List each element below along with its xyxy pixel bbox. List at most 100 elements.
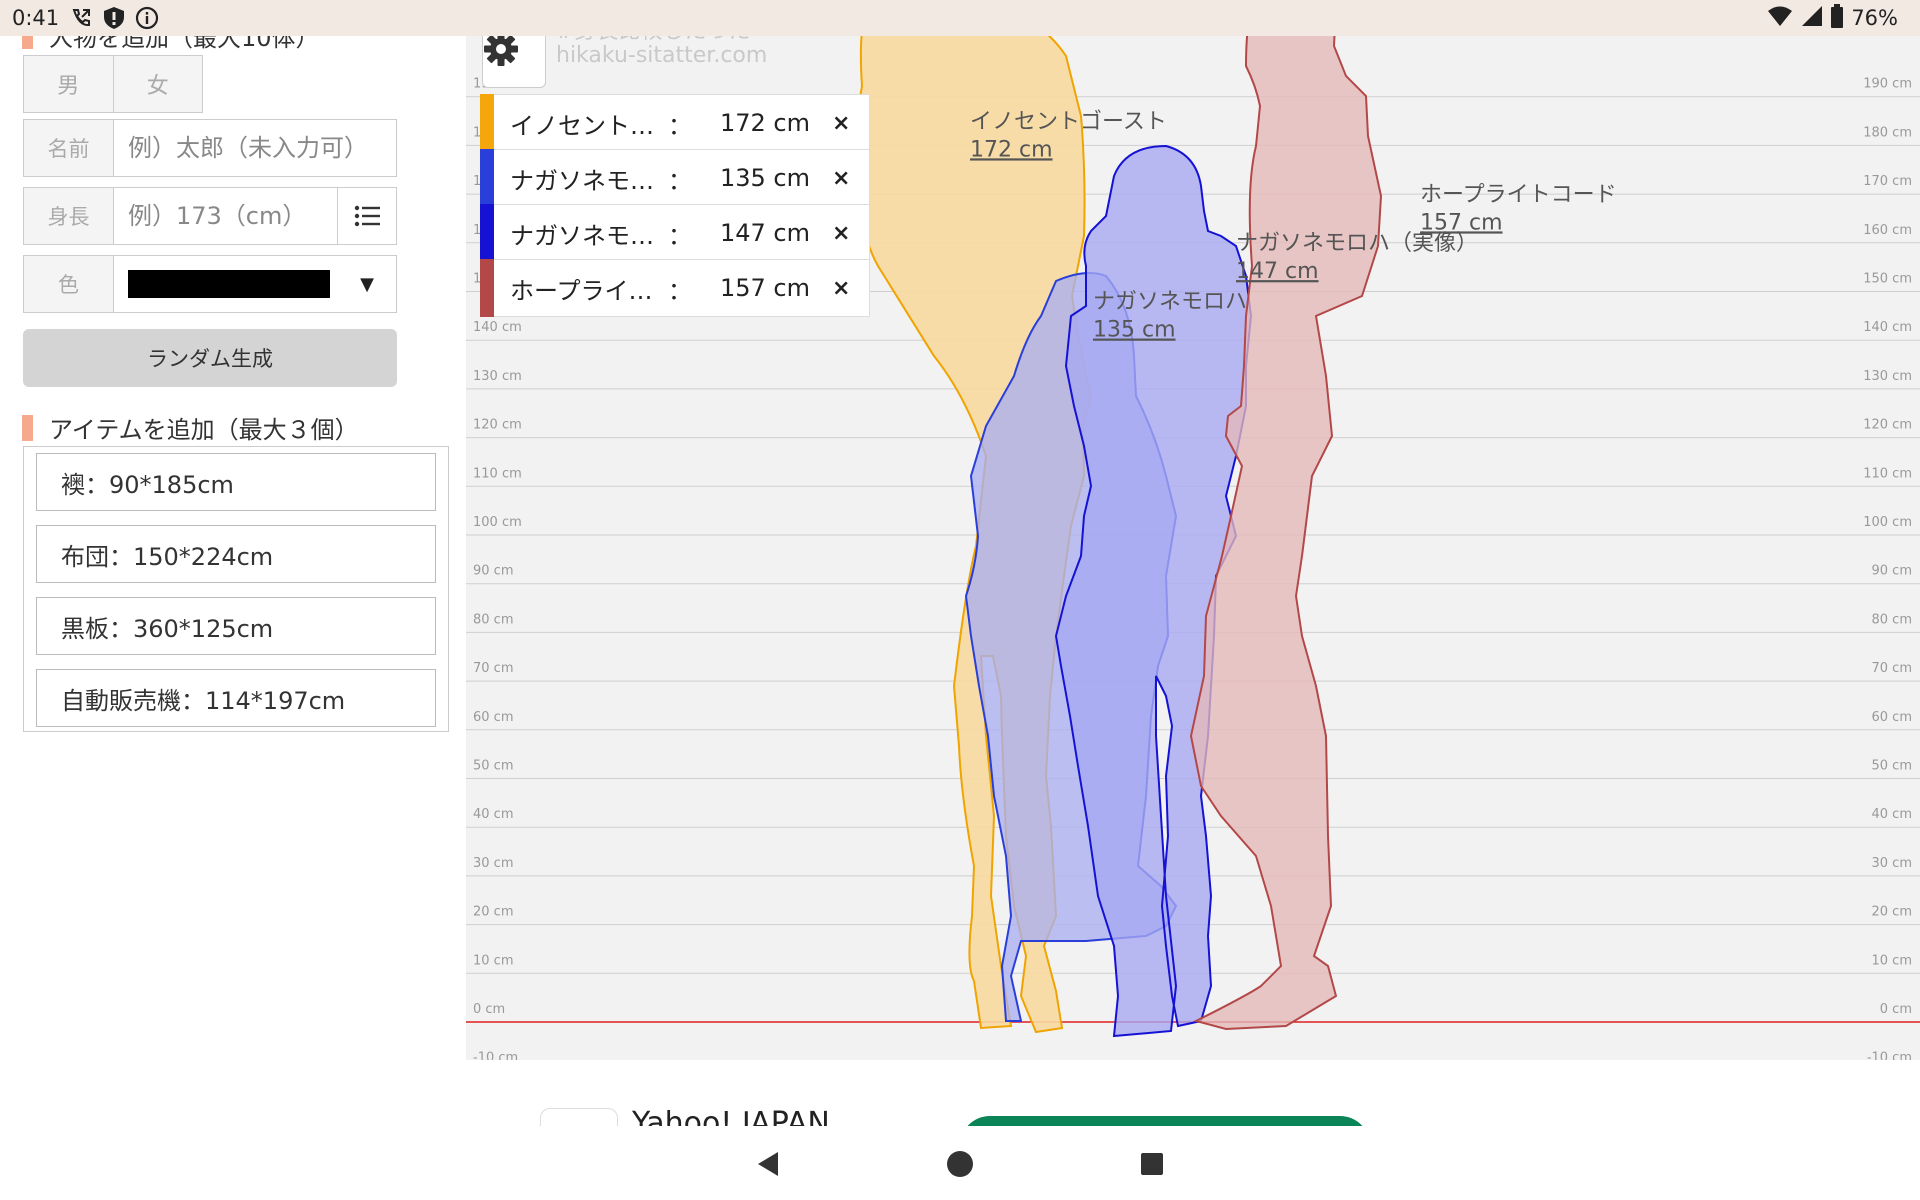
gender-male-button[interactable]: 男 bbox=[24, 56, 113, 112]
color-swatch[interactable] bbox=[128, 270, 330, 298]
tick-label-left: 70 cm bbox=[473, 661, 514, 676]
tag-name: イノセント… bbox=[510, 111, 654, 140]
gender-female-button[interactable]: 女 bbox=[112, 56, 202, 112]
ad-title: Yahoo! JAPAN bbox=[632, 1108, 830, 1126]
figure-name-label: イノセントゴースト bbox=[970, 109, 1167, 134]
tick-label-right: 30 cm bbox=[1872, 856, 1913, 871]
ad-install-button[interactable] bbox=[960, 1116, 1370, 1126]
tick-label-right: 60 cm bbox=[1872, 710, 1913, 725]
tick-label-left: 90 cm bbox=[473, 564, 514, 579]
figure-name-label: ホープライトコード bbox=[1420, 182, 1617, 207]
person-tag[interactable]: ナガソネモ… ： 147 cm × bbox=[480, 204, 870, 262]
status-bar: 0:41 76% bbox=[0, 0, 1920, 36]
random-generate-button[interactable]: ランダム生成 bbox=[23, 329, 397, 387]
back-icon[interactable] bbox=[756, 1150, 780, 1178]
figure-height-label: 157 cm bbox=[1420, 210, 1503, 235]
tag-name: ホープライ… bbox=[510, 276, 653, 305]
status-time: 0:41 bbox=[12, 6, 60, 30]
height-row: 身長 bbox=[23, 187, 397, 245]
color-label: 色 bbox=[24, 256, 114, 312]
tick-label-right: 100 cm bbox=[1863, 515, 1912, 530]
figure-height-label: 172 cm bbox=[970, 137, 1053, 162]
item-list: 襖：90*185cm 布団：150*224cm 黒板：360*125cm 自動販… bbox=[23, 446, 449, 732]
person-tag[interactable]: ナガソネモ… ： 135 cm × bbox=[480, 149, 870, 207]
ad-logo bbox=[540, 1108, 618, 1126]
tag-color-bar bbox=[480, 94, 494, 152]
navigation-bar bbox=[0, 1126, 1920, 1200]
height-input[interactable] bbox=[114, 188, 337, 244]
item-futon[interactable]: 布団：150*224cm bbox=[36, 525, 436, 583]
tick-label-right: 0 cm bbox=[1880, 1002, 1912, 1017]
tick-label-right: 130 cm bbox=[1863, 369, 1912, 384]
item-blackboard[interactable]: 黒板：360*125cm bbox=[36, 597, 436, 655]
tick-label-right: 90 cm bbox=[1872, 564, 1913, 579]
preset-list-button[interactable] bbox=[337, 188, 396, 244]
height-label: 身長 bbox=[24, 188, 114, 244]
remove-person-button[interactable]: × bbox=[832, 276, 850, 301]
remove-person-button[interactable]: × bbox=[832, 166, 850, 191]
tick-label-left: 60 cm bbox=[473, 710, 514, 725]
tick-label-left: 100 cm bbox=[473, 515, 522, 530]
tick-label-left: 20 cm bbox=[473, 905, 514, 920]
tick-label-left: 10 cm bbox=[473, 953, 514, 968]
color-row[interactable]: 色 ▼ bbox=[23, 255, 397, 313]
tick-label-left: 40 cm bbox=[473, 807, 514, 822]
tick-label-right: 120 cm bbox=[1863, 418, 1912, 433]
tag-color-bar bbox=[480, 149, 494, 207]
shield-icon bbox=[103, 6, 125, 30]
left-panel: 人物を追加（最大10体） 男 女 名前 身長 色 ▼ ランダム生成 アイテムを追… bbox=[0, 36, 460, 1126]
tick-label-right: 170 cm bbox=[1863, 174, 1912, 189]
tick-label-left: 0 cm bbox=[473, 1002, 505, 1017]
wifi-icon bbox=[1767, 5, 1793, 32]
tick-label-right: 10 cm bbox=[1872, 953, 1913, 968]
remove-person-button[interactable]: × bbox=[832, 221, 850, 246]
tick-label-right: -10 cm bbox=[1867, 1051, 1912, 1060]
tag-name: ナガソネモ… bbox=[510, 166, 654, 195]
tick-label-left: -10 cm bbox=[473, 1051, 518, 1060]
tag-height: 157 cm bbox=[719, 274, 810, 302]
call-forward-icon bbox=[69, 6, 93, 30]
battery-icon bbox=[1831, 3, 1844, 33]
tick-label-right: 50 cm bbox=[1872, 759, 1913, 774]
tag-name: ナガソネモ… bbox=[510, 221, 654, 250]
ad-banner[interactable]: Yahoo! JAPAN bbox=[540, 1108, 1380, 1126]
tick-label-left: 130 cm bbox=[473, 369, 522, 384]
tick-label-right: 80 cm bbox=[1872, 612, 1913, 627]
item-vending-machine[interactable]: 自動販売機：114*197cm bbox=[36, 669, 436, 727]
height-chart: -10 cm -10 cm 0 cm 0 cm 10 cm 10 cm 20 cm 20 cm… bbox=[466, 36, 1920, 1060]
tick-label-right: 190 cm bbox=[1863, 77, 1912, 92]
figure-height-label: 147 cm bbox=[1236, 259, 1319, 284]
item-fusuma[interactable]: 襖：90*185cm bbox=[36, 453, 436, 511]
tick-label-right: 140 cm bbox=[1863, 320, 1912, 335]
tick-label-right: 70 cm bbox=[1872, 661, 1913, 676]
tag-height: 147 cm bbox=[719, 219, 810, 247]
tick-label-left: 120 cm bbox=[473, 418, 522, 433]
tick-label-right: 150 cm bbox=[1863, 272, 1912, 287]
signal-icon bbox=[1801, 5, 1823, 32]
dropdown-caret-icon[interactable]: ▼ bbox=[360, 274, 374, 295]
tick-label-right: 110 cm bbox=[1863, 466, 1912, 481]
name-label: 名前 bbox=[24, 120, 114, 176]
tag-height: 135 cm bbox=[719, 164, 810, 192]
tick-label-right: 20 cm bbox=[1872, 905, 1913, 920]
figure-height-label: 135 cm bbox=[1093, 318, 1176, 343]
home-icon[interactable] bbox=[946, 1150, 974, 1178]
list-icon bbox=[354, 205, 380, 227]
remove-person-button[interactable]: × bbox=[832, 111, 850, 136]
settings-button[interactable] bbox=[482, 36, 546, 88]
tick-label-right: 160 cm bbox=[1863, 223, 1912, 238]
person-tag[interactable]: ホープライ… ： 157 cm × bbox=[480, 259, 870, 317]
tick-label-left: 110 cm bbox=[473, 466, 522, 481]
gender-selector: 男 女 bbox=[23, 55, 203, 113]
recents-icon[interactable] bbox=[1140, 1152, 1164, 1176]
tag-height: 172 cm bbox=[719, 109, 810, 137]
name-input[interactable] bbox=[114, 120, 396, 176]
gear-icon bbox=[484, 36, 518, 66]
add-person-title: 人物を追加（最大10体） bbox=[22, 36, 320, 53]
battery-percent: 76% bbox=[1851, 6, 1898, 30]
tick-label-right: 40 cm bbox=[1872, 807, 1913, 822]
tick-label-left: 80 cm bbox=[473, 612, 514, 627]
tag-color-bar bbox=[480, 204, 494, 262]
person-tag[interactable]: イノセント… ： 172 cm × bbox=[480, 94, 870, 152]
add-item-title: アイテムを追加（最大３個） bbox=[22, 410, 359, 445]
